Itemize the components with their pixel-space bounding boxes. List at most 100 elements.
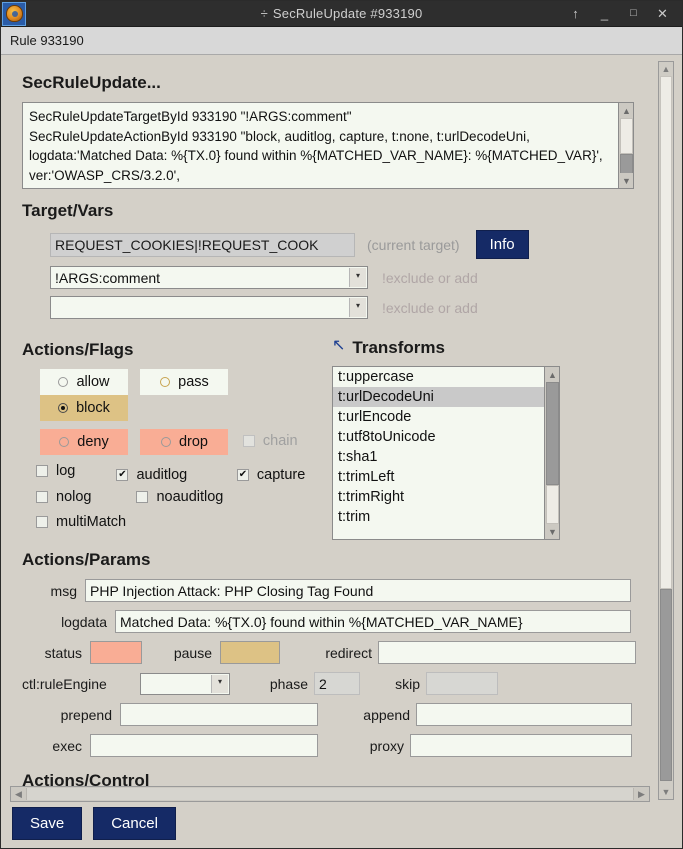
scroll-right-icon[interactable]: ▶ — [634, 787, 649, 801]
flag-deny-button[interactable]: deny — [40, 429, 128, 455]
window-title-text: SecRuleUpdate #933190 — [273, 6, 422, 21]
exec-input[interactable] — [90, 734, 318, 757]
transforms-scrollbar[interactable]: ▲ ▼ — [544, 367, 559, 539]
prepend-input[interactable] — [120, 703, 318, 726]
textarea-scroll-track-top[interactable] — [620, 118, 633, 154]
modsecurity-shield-icon[interactable] — [2, 2, 26, 26]
list-item[interactable]: t:trim — [333, 507, 545, 527]
list-item[interactable]: t:uppercase — [333, 367, 545, 387]
scroll-up-icon[interactable]: ▲ — [545, 367, 560, 382]
target-combo-1[interactable]: !ARGS:comment ▾ — [50, 266, 368, 289]
cancel-button[interactable]: Cancel — [93, 807, 176, 840]
phase-input[interactable]: 2 — [314, 672, 360, 695]
actions-params-heading: Actions/Params — [22, 550, 644, 570]
transforms-listbox[interactable]: t:uppercase t:urlDecodeUni t:urlEncode t… — [332, 366, 560, 540]
scroll-left-icon[interactable]: ◀ — [11, 787, 26, 801]
redirect-input[interactable] — [378, 641, 636, 664]
secruleupdate-textarea[interactable]: SecRuleUpdateTargetById 933190 "!ARGS:co… — [22, 102, 634, 189]
textarea-scrollbar[interactable]: ▲ ▼ — [618, 103, 633, 188]
chevron-down-icon[interactable]: ▾ — [211, 675, 228, 693]
flag-block-button[interactable]: block — [40, 395, 128, 421]
scroll-up-icon[interactable]: ▲ — [659, 62, 673, 76]
list-item[interactable]: t:sha1 — [333, 447, 545, 467]
append-input[interactable] — [416, 703, 632, 726]
target-combo-2[interactable]: ▾ — [50, 296, 368, 319]
ctl-ruleengine-label: ctl:ruleEngine — [22, 676, 132, 692]
vertical-scroll-thumb[interactable] — [660, 589, 672, 781]
close-button[interactable]: ✕ — [656, 7, 669, 20]
param-row-logdata: logdata Matched Data: %{TX.0} found with… — [22, 610, 644, 633]
checkbox-multimatch[interactable]: multiMatch — [36, 514, 126, 530]
list-item[interactable]: t:utf8toUnicode — [333, 427, 545, 447]
ctl-ruleengine-combo[interactable]: ▾ — [140, 673, 230, 695]
transforms-heading: Transforms — [352, 338, 445, 358]
checkbox-icon — [36, 516, 48, 528]
checkbox-checked-icon: ✔ — [237, 469, 249, 481]
flag-allow-button[interactable]: allow — [40, 369, 128, 395]
target-row-2-hint: !exclude or add — [382, 300, 478, 316]
checkbox-log[interactable]: log — [36, 463, 106, 479]
redirect-label: redirect — [280, 645, 372, 661]
flag-pass-label: pass — [178, 374, 209, 390]
checkbox-nolog[interactable]: nolog — [36, 489, 126, 505]
exec-label: exec — [22, 738, 82, 754]
shade-button[interactable]: ↑ — [569, 7, 582, 20]
checkbox-auditlog[interactable]: ✔ auditlog — [116, 467, 226, 483]
status-input[interactable] — [90, 641, 142, 664]
maximize-button[interactable]: □ — [627, 8, 640, 19]
scroll-viewport: SecRuleUpdate... SecRuleUpdateTargetById… — [10, 61, 650, 789]
scroll-down-icon[interactable]: ▼ — [659, 785, 673, 799]
actions-flags-heading: Actions/Flags — [22, 340, 327, 360]
checkbox-icon — [243, 435, 255, 447]
info-button[interactable]: Info — [476, 230, 529, 259]
radio-icon — [161, 437, 171, 447]
horizontal-scrollbar[interactable]: ◀ ▶ — [10, 786, 650, 802]
flags-checkbox-row-1: log ✔ auditlog ✔ capture — [36, 463, 327, 483]
skip-input[interactable] — [426, 672, 498, 695]
scroll-up-icon[interactable]: ▲ — [619, 103, 634, 118]
list-item[interactable]: t:trimRight — [333, 487, 545, 507]
msg-input[interactable]: PHP Injection Attack: PHP Closing Tag Fo… — [85, 579, 631, 602]
flag-block-label: block — [76, 400, 110, 416]
checkbox-log-label: log — [56, 463, 75, 479]
checkbox-noauditlog[interactable]: noauditlog — [136, 489, 223, 505]
horizontal-scroll-track[interactable] — [26, 788, 634, 800]
minimize-button[interactable]: _ — [598, 7, 611, 20]
vertical-scrollbar[interactable]: ▲ ▼ — [658, 61, 674, 800]
msg-label: msg — [22, 583, 77, 599]
param-row-prepend-append: prepend append — [22, 703, 644, 726]
flag-drop-button[interactable]: drop — [140, 429, 228, 455]
target-row-2: ▾ !exclude or add — [50, 296, 644, 319]
footer-buttons: Save Cancel — [12, 807, 176, 840]
save-button[interactable]: Save — [12, 807, 82, 840]
chevron-down-icon[interactable]: ▾ — [349, 298, 366, 317]
proxy-label: proxy — [318, 738, 404, 754]
proxy-input[interactable] — [410, 734, 632, 757]
checkbox-auditlog-label: auditlog — [136, 467, 187, 483]
logdata-input[interactable]: Matched Data: %{TX.0} found within %{MAT… — [115, 610, 631, 633]
current-target-row: REQUEST_COOKIES|!REQUEST_COOK (current t… — [50, 230, 644, 259]
rule-bar: Rule 933190 — [1, 27, 682, 55]
checkbox-capture[interactable]: ✔ capture — [237, 467, 305, 483]
flag-deny-label: deny — [77, 434, 108, 450]
list-item[interactable]: t:trimLeft — [333, 467, 545, 487]
textarea-scroll-thumb[interactable] — [620, 154, 633, 174]
current-target-input[interactable]: REQUEST_COOKIES|!REQUEST_COOK — [50, 233, 355, 257]
list-item[interactable]: t:urlDecodeUni — [333, 387, 545, 407]
scroll-down-icon[interactable]: ▼ — [619, 173, 634, 188]
scroll-down-icon[interactable]: ▼ — [545, 524, 560, 539]
checkbox-chain-label: chain — [263, 433, 298, 449]
flag-pass-button[interactable]: pass — [140, 369, 228, 395]
vertical-scroll-track-top[interactable] — [660, 76, 672, 589]
list-item[interactable]: t:urlEncode — [333, 407, 545, 427]
divider-icon: ÷ — [261, 6, 268, 21]
disruptive-row-1: allow pass block — [40, 369, 327, 421]
pause-input[interactable] — [220, 641, 280, 664]
transforms-scroll-track-bottom[interactable] — [546, 485, 559, 524]
transforms-scroll-thumb[interactable] — [546, 382, 559, 485]
param-row-status-pause-redirect: status pause redirect — [22, 641, 644, 664]
chevron-down-icon[interactable]: ▾ — [349, 268, 366, 287]
phase-label: phase — [230, 676, 308, 692]
param-row-exec-proxy: exec proxy — [22, 734, 644, 757]
window-titlebar[interactable]: ÷ SecRuleUpdate #933190 ↑ _ □ ✕ — [1, 1, 682, 27]
